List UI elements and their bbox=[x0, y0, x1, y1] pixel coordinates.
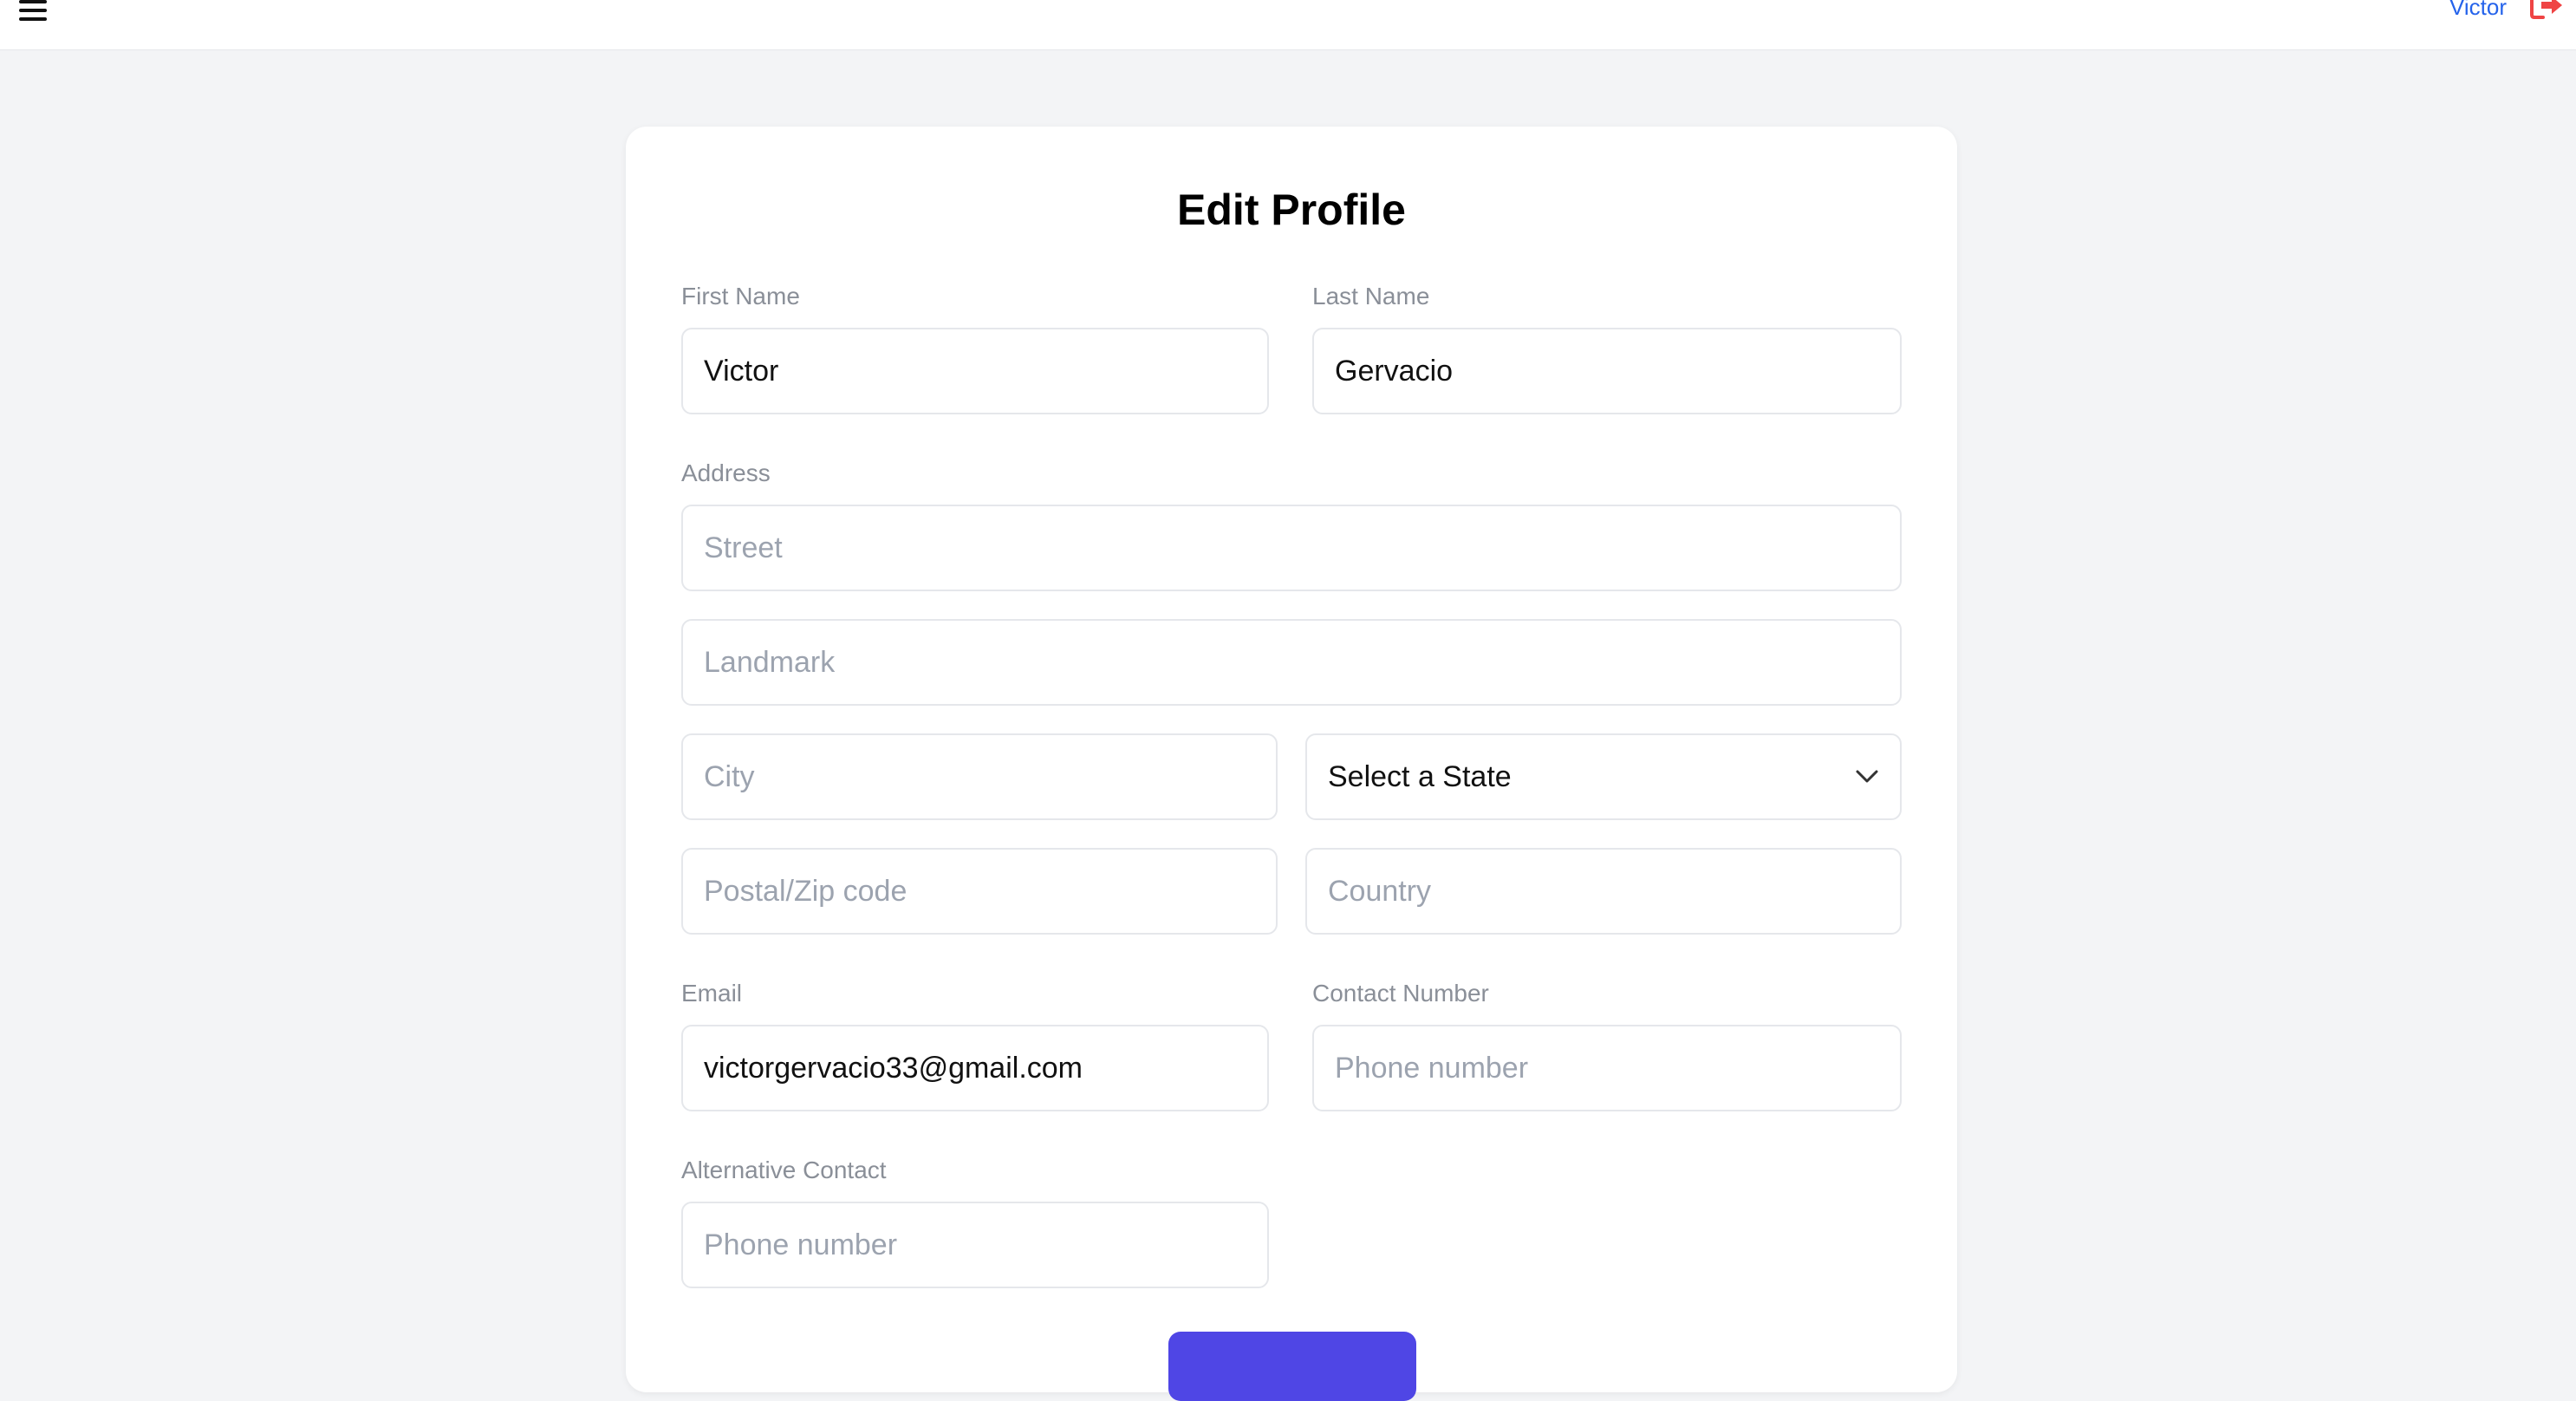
street-input[interactable] bbox=[681, 505, 1902, 591]
last-name-input[interactable] bbox=[1312, 328, 1902, 414]
alternative-contact-label: Alternative Contact bbox=[681, 1157, 887, 1183]
page-title: Edit Profile bbox=[1177, 186, 1406, 234]
logout-icon[interactable] bbox=[2529, 0, 2564, 21]
user-name-link[interactable]: Victor bbox=[2449, 0, 2507, 21]
hamburger-menu-icon[interactable] bbox=[19, 0, 47, 21]
landmark-input[interactable] bbox=[681, 619, 1902, 706]
country-input[interactable] bbox=[1305, 848, 1902, 935]
submit-button[interactable] bbox=[1168, 1332, 1416, 1401]
email-label: Email bbox=[681, 980, 743, 1007]
address-label: Address bbox=[681, 459, 771, 486]
last-name-label: Last Name bbox=[1312, 283, 1430, 310]
edit-profile-card: Edit Profile First Name Last Name Addres… bbox=[626, 127, 1957, 1401]
first-name-input[interactable] bbox=[681, 328, 1269, 414]
top-navbar: Victor bbox=[0, 0, 2576, 50]
email-input[interactable] bbox=[681, 1025, 1269, 1111]
state-select[interactable]: Select a State bbox=[1305, 733, 1902, 820]
contact-number-input[interactable] bbox=[1312, 1025, 1902, 1111]
alternative-contact-input[interactable] bbox=[681, 1202, 1269, 1288]
contact-number-label: Contact Number bbox=[1312, 980, 1489, 1007]
first-name-label: First Name bbox=[681, 283, 800, 310]
city-input[interactable] bbox=[681, 733, 1278, 820]
postal-code-input[interactable] bbox=[681, 848, 1278, 935]
chevron-down-icon bbox=[1856, 770, 1878, 783]
state-select-value: Select a State bbox=[1328, 759, 1512, 793]
